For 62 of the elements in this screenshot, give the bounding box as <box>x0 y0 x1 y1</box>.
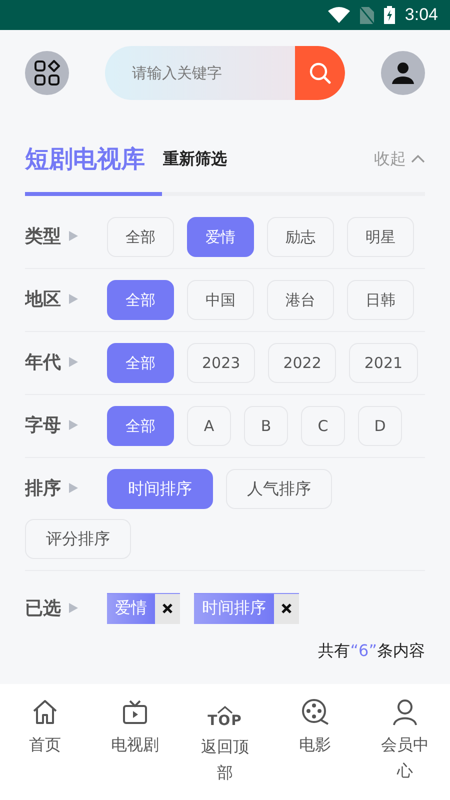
search-input[interactable]: 请输入关键字 <box>105 63 295 83</box>
nav-item[interactable]: 会员中心 <box>360 698 450 800</box>
triangle-icon <box>69 231 78 241</box>
filter-option[interactable]: 2022 <box>268 343 336 383</box>
chevron-up-icon <box>411 155 425 163</box>
filter-option[interactable]: A <box>187 406 231 446</box>
filter-option[interactable]: 时间排序 <box>107 469 213 509</box>
search-field[interactable]: 请输入关键字 <box>105 46 345 100</box>
close-icon <box>281 603 292 614</box>
nav-item[interactable]: 电影 <box>270 698 360 800</box>
close-icon <box>162 603 173 614</box>
selected-tag: 时间排序 <box>194 594 274 624</box>
filter-option[interactable]: 励志 <box>267 217 334 257</box>
reset-filters-link[interactable]: 重新筛选 <box>163 148 227 170</box>
triangle-icon <box>69 483 78 493</box>
user-icon <box>392 62 414 84</box>
tv-icon <box>121 698 149 726</box>
top-icon-text: TOP <box>208 714 242 728</box>
page-title: 短剧电视库 <box>25 144 145 175</box>
filter-option[interactable]: 中国 <box>187 280 254 320</box>
no-sim-icon <box>360 6 374 24</box>
filter-option[interactable]: 全部 <box>107 280 174 320</box>
search-icon <box>309 62 331 84</box>
filter-label: 已选 <box>25 597 61 620</box>
triangle-icon <box>69 420 78 430</box>
filter-option[interactable]: 明星 <box>347 217 414 257</box>
status-time: 3:04 <box>404 5 438 25</box>
filter-option[interactable]: C <box>301 406 345 446</box>
filter-option[interactable]: D <box>358 406 402 446</box>
filter-option[interactable]: 全部 <box>107 406 174 446</box>
filter-option[interactable]: 全部 <box>107 217 174 257</box>
battery-charging-icon <box>384 6 395 24</box>
filter-label: 字母 <box>25 414 61 437</box>
triangle-icon <box>69 294 78 304</box>
selected-tag: 爱情 <box>107 594 155 624</box>
profile-button[interactable] <box>381 51 425 95</box>
triangle-icon <box>69 603 78 613</box>
filter-option[interactable]: 2021 <box>349 343 418 383</box>
filter-option[interactable]: 2023 <box>187 343 256 383</box>
film-reel-icon <box>301 698 329 726</box>
filter-option[interactable]: 全部 <box>107 343 174 383</box>
user-icon <box>391 698 419 726</box>
apps-icon <box>34 60 60 86</box>
triangle-icon <box>69 357 78 367</box>
wifi-icon <box>328 7 350 23</box>
result-count-text: 共有“6”条内容 <box>318 641 425 660</box>
nav-item[interactable]: 电视剧 <box>90 698 180 800</box>
nav-item[interactable]: TOP 返回顶部 <box>180 698 270 800</box>
categories-button[interactable] <box>25 51 69 95</box>
filter-option[interactable]: 日韩 <box>347 280 414 320</box>
remove-tag-button[interactable] <box>155 594 180 624</box>
filter-option[interactable]: 爱情 <box>187 217 254 257</box>
filter-option[interactable]: 港台 <box>267 280 334 320</box>
caret-up-icon <box>217 706 233 714</box>
search-button[interactable] <box>295 46 345 100</box>
filter-option[interactable]: 评分排序 <box>25 519 131 559</box>
remove-tag-button[interactable] <box>274 594 299 624</box>
filter-option[interactable]: B <box>244 406 288 446</box>
nav-item[interactable]: 首页 <box>0 698 90 800</box>
filter-option[interactable]: 人气排序 <box>226 469 332 509</box>
filter-label: 类型 <box>25 225 61 248</box>
home-icon <box>31 698 59 726</box>
